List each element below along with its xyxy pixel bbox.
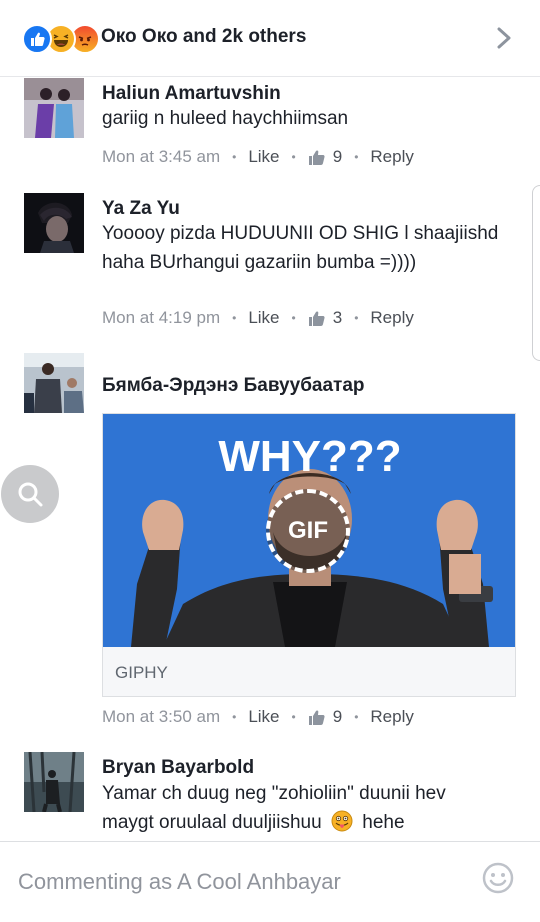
reaction-icons — [22, 24, 100, 54]
like-count-value: 9 — [332, 147, 343, 166]
comment-author[interactable]: Haliun Amartuvshin — [102, 83, 281, 105]
side-panel-edge[interactable] — [532, 185, 540, 361]
comment-text: Yamar ch duug neg "zohioliin" duunii hev… — [102, 779, 522, 837]
comment-time[interactable]: Mon at 3:50 am — [102, 707, 220, 727]
chevron-right-icon[interactable] — [494, 26, 514, 50]
separator-dot: • — [232, 311, 237, 325]
thumbs-up-icon — [308, 709, 325, 725]
like-count[interactable]: 3 — [308, 308, 342, 328]
avatar[interactable] — [24, 353, 84, 413]
comment-meta: Mon at 3:50 am • Like • 9 • Reply — [102, 707, 414, 727]
comment-author[interactable]: Бямба-Эрдэнэ Бавуубаатар — [102, 375, 365, 397]
like-count-value: 9 — [332, 707, 343, 726]
like-button[interactable]: Like — [248, 707, 279, 727]
comment-text-fragment: maygt oruulaal duuljiishuu — [102, 812, 322, 833]
comment-text-fragment: hehe — [362, 812, 405, 833]
comment-text: gariig n huleed haychhiimsan — [102, 108, 349, 129]
like-count[interactable]: 9 — [308, 147, 342, 167]
reply-button[interactable]: Reply — [370, 147, 413, 167]
separator-dot: • — [291, 150, 296, 164]
gif-image[interactable]: WHY??? GIF — [103, 414, 515, 647]
like-button[interactable]: Like — [248, 308, 279, 328]
like-count[interactable]: 9 — [308, 707, 342, 727]
like-icon — [22, 24, 52, 54]
search-icon — [18, 482, 43, 507]
avatar[interactable] — [24, 78, 84, 138]
comment-composer — [0, 841, 540, 922]
gif-caption: WHY??? — [218, 432, 402, 481]
gif-source-label: GIPHY — [115, 662, 168, 682]
separator-dot: • — [354, 710, 359, 724]
separator-dot: • — [232, 710, 237, 724]
gif-attachment[interactable]: WHY??? GIF GIPHY — [102, 413, 516, 697]
comment-meta: Mon at 4:19 pm • Like • 3 • Reply — [102, 308, 414, 328]
separator-dot: • — [291, 710, 296, 724]
thumbs-up-icon — [308, 310, 325, 326]
separator-dot: • — [291, 311, 296, 325]
reply-button[interactable]: Reply — [370, 707, 413, 727]
thumbs-up-icon — [308, 149, 325, 165]
like-button[interactable]: Like — [248, 147, 279, 167]
comment-text: Yooooy pizda HUDUUNII OD SHIG l shaajiis… — [102, 223, 499, 273]
reply-button[interactable]: Reply — [370, 308, 413, 328]
tongue-out-emoji-icon — [331, 810, 353, 832]
like-count-value: 3 — [332, 308, 343, 327]
avatar[interactable] — [24, 193, 84, 253]
comment-time[interactable]: Mon at 3:45 am — [102, 147, 220, 167]
comment-text-line: maygt oruulaal duuljiishuu hehe — [102, 808, 522, 837]
comment-input[interactable] — [18, 866, 468, 898]
gif-play-badge[interactable]: GIF — [266, 489, 350, 573]
comment-time[interactable]: Mon at 4:19 pm — [102, 308, 220, 328]
reactors-summary[interactable]: Око Око and 2k others — [101, 26, 306, 48]
separator-dot: • — [232, 150, 237, 164]
avatar[interactable] — [24, 752, 84, 812]
separator-dot: • — [354, 311, 359, 325]
comment-author[interactable]: Bryan Bayarbold — [102, 757, 254, 779]
gif-source-footer[interactable]: GIPHY — [103, 647, 515, 696]
separator-dot: • — [354, 150, 359, 164]
smiley-icon[interactable] — [482, 862, 514, 894]
comment-meta: Mon at 3:45 am • Like • 9 • Reply — [102, 147, 414, 167]
comment-text-line: Yamar ch duug neg "zohioliin" duunii hev — [102, 783, 446, 804]
reactions-header[interactable]: Око Око and 2k others — [0, 0, 540, 77]
floating-search-button[interactable] — [1, 465, 59, 523]
comment-author[interactable]: Ya Za Yu — [102, 198, 180, 220]
